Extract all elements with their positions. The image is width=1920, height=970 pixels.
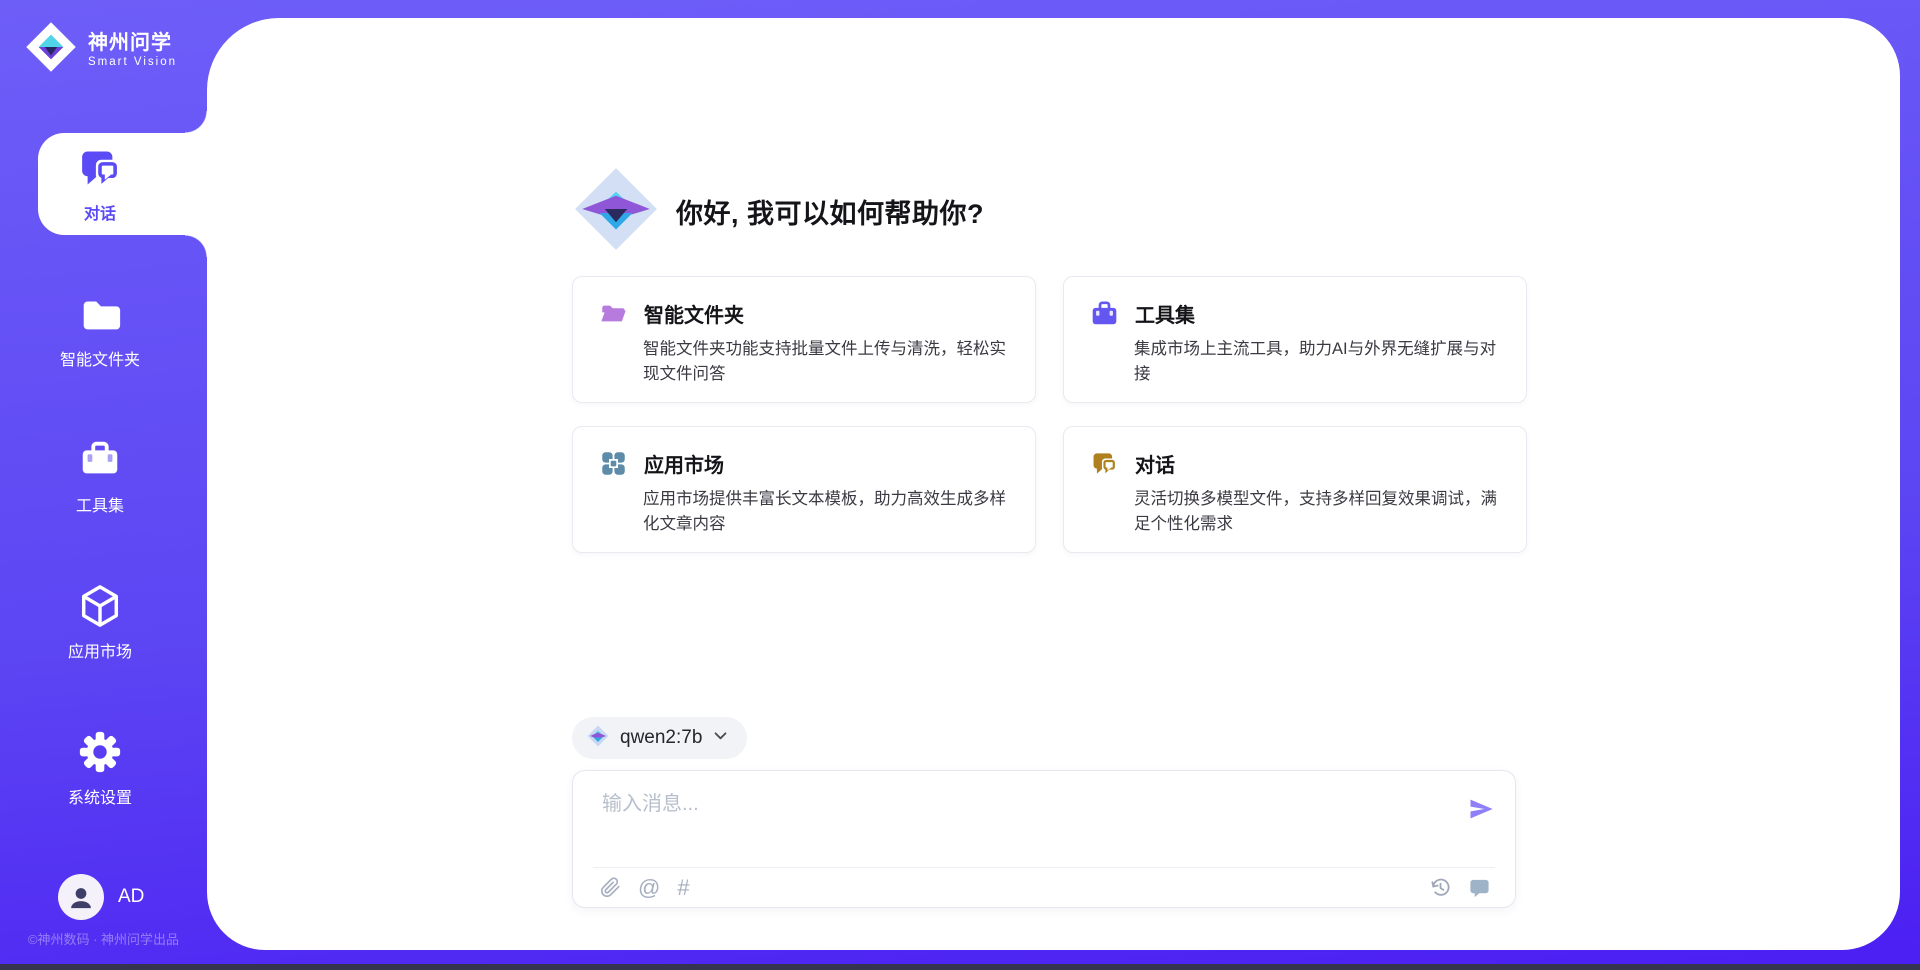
card-description: 应用市场提供丰富长文本模板，助力高效生成多样化文章内容 — [643, 487, 1019, 537]
card-app-market[interactable]: 应用市场 应用市场提供丰富长文本模板，助力高效生成多样化文章内容 — [572, 426, 1036, 553]
bottom-edge-bar — [0, 964, 1920, 970]
card-title: 智能文件夹 — [644, 299, 744, 328]
model-logo-icon — [586, 724, 610, 753]
user-name: AD — [118, 886, 144, 908]
card-smart-folder[interactable]: 智能文件夹 智能文件夹功能支持批量文件上传与清洗，轻松实现文件问答 — [572, 276, 1036, 403]
folder-icon — [77, 291, 123, 337]
sidebar-item-chat[interactable]: 对话 — [0, 133, 200, 235]
sidebar-item-app-market[interactable]: 应用市场 — [0, 571, 200, 673]
toolbox-icon — [77, 437, 123, 483]
brand-logo-icon — [24, 20, 78, 79]
brand-name: 神州问学 — [88, 32, 177, 54]
greeting: 你好, 我可以如何帮助你? — [572, 165, 984, 258]
greeting-title: 你好, 我可以如何帮助你? — [676, 192, 984, 231]
model-selector[interactable]: qwen2:7b — [572, 717, 747, 759]
history-icon[interactable] — [1429, 876, 1452, 899]
card-description: 智能文件夹功能支持批量文件上传与清洗，轻松实现文件问答 — [643, 337, 1019, 387]
message-composer: @ # — [572, 770, 1516, 908]
gear-icon — [77, 729, 123, 775]
brand-subtitle: Smart Vision — [88, 56, 177, 68]
sidebar-item-settings[interactable]: 系统设置 — [0, 717, 200, 819]
brand: 神州问学 Smart Vision — [24, 20, 177, 79]
chat-bubbles-icon — [1091, 450, 1118, 477]
chat-bubbles-icon — [77, 145, 123, 191]
copyright-text: ©神州数码 · 神州问学出品 — [0, 929, 207, 948]
sidebar-item-label: 系统设置 — [68, 784, 132, 808]
mention-icon[interactable]: @ — [638, 877, 660, 899]
send-icon[interactable] — [1465, 793, 1497, 825]
sidebar-item-smart-folder[interactable]: 智能文件夹 — [0, 279, 200, 381]
card-chat[interactable]: 对话 灵活切换多模型文件，支持多样回复效果调试，满足个性化需求 — [1063, 426, 1527, 553]
sidebar-item-label: 工具集 — [76, 492, 124, 516]
chevron-down-icon — [712, 727, 729, 749]
card-title: 工具集 — [1135, 299, 1195, 328]
hash-icon[interactable]: # — [677, 877, 689, 899]
card-toolset[interactable]: 工具集 集成市场上主流工具，助力AI与外界无缝扩展与对接 — [1063, 276, 1527, 403]
sidebar-item-label: 应用市场 — [68, 638, 132, 662]
avatar — [58, 874, 104, 920]
app-grid-icon — [600, 450, 627, 477]
briefcase-icon — [1091, 300, 1118, 327]
message-input[interactable] — [602, 787, 1445, 845]
card-title: 对话 — [1135, 449, 1175, 478]
model-name: qwen2:7b — [620, 727, 702, 749]
feature-cards: 智能文件夹 智能文件夹功能支持批量文件上传与清洗，轻松实现文件问答 工具集 — [572, 276, 1518, 553]
folder-open-icon — [600, 300, 627, 327]
sidebar-item-toolset[interactable]: 工具集 — [0, 425, 200, 527]
sidebar-item-label: 智能文件夹 — [60, 346, 140, 370]
attachment-icon[interactable] — [600, 877, 621, 898]
card-description: 集成市场上主流工具，助力AI与外界无缝扩展与对接 — [1134, 337, 1510, 387]
main-panel: 你好, 我可以如何帮助你? 智能文件夹 智能文件夹功能支持批量文件上传与清洗，轻… — [207, 18, 1900, 950]
chat-bubble-icon[interactable] — [1468, 876, 1491, 899]
user-profile[interactable]: AD — [58, 874, 144, 920]
app-window: 神州问学 Smart Vision 对话 — [0, 0, 1920, 970]
sidebar-item-label: 对话 — [84, 200, 116, 224]
card-description: 灵活切换多模型文件，支持多样回复效果调试，满足个性化需求 — [1134, 487, 1510, 537]
sidebar-nav: 对话 智能文件夹 — [0, 133, 200, 863]
sidebar: 神州问学 Smart Vision 对话 — [0, 0, 207, 970]
assistant-logo-icon — [572, 165, 660, 258]
card-title: 应用市场 — [644, 449, 724, 478]
composer-toolbar: @ # — [573, 868, 1515, 907]
cube-icon — [77, 583, 123, 629]
